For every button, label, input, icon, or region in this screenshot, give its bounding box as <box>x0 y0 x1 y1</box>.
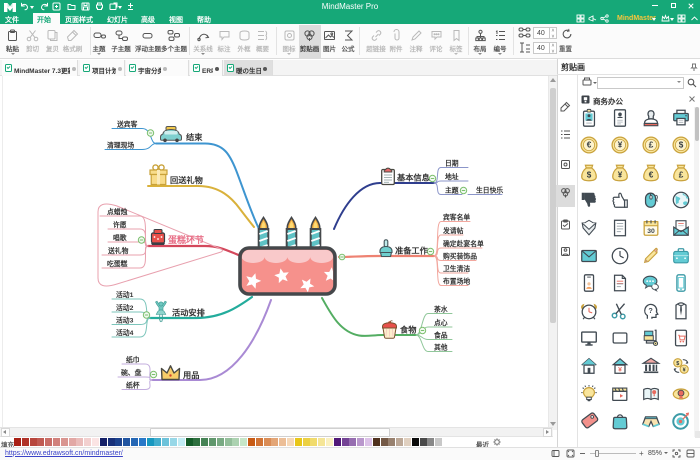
svg-text:茶水: 茶水 <box>433 305 448 314</box>
svg-text:许愿: 许愿 <box>113 220 127 229</box>
svg-text:回送礼物: 回送礼物 <box>170 175 203 185</box>
svg-text:地址: 地址 <box>445 172 459 181</box>
svg-text:宾客名单: 宾客名单 <box>443 213 470 222</box>
svg-text:主题: 主题 <box>445 186 459 195</box>
svg-text:¥: ¥ <box>618 170 623 179</box>
svg-text:卫生清洁: 卫生清洁 <box>443 264 470 273</box>
svg-text:纸巾: 纸巾 <box>126 355 140 364</box>
svg-text:食物: 食物 <box>400 325 416 335</box>
svg-text:确定赴宴名单: 确定赴宴名单 <box>443 239 484 248</box>
svg-text:点蜡烛: 点蜡烛 <box>107 207 128 216</box>
svg-text:?: ? <box>648 306 653 315</box>
svg-text:购买装饰品: 购买装饰品 <box>443 252 477 261</box>
svg-text:€: € <box>649 170 654 179</box>
svg-text:活动安排: 活动安排 <box>172 308 206 318</box>
svg-text:碗、盘: 碗、盘 <box>121 368 142 377</box>
svg-text:活动2: 活动2 <box>116 303 134 312</box>
svg-text:€: € <box>587 141 592 150</box>
svg-text:$: $ <box>676 361 679 367</box>
svg-text:活动1: 活动1 <box>116 290 134 299</box>
svg-text:£: £ <box>679 170 684 179</box>
svg-text:活动3: 活动3 <box>116 316 134 325</box>
svg-text:唱歌: 唱歌 <box>113 233 127 242</box>
svg-text:$: $ <box>679 141 684 150</box>
svg-text:清理现场: 清理现场 <box>107 141 134 150</box>
svg-text:吃蛋糕: 吃蛋糕 <box>107 259 128 268</box>
svg-text:结束: 结束 <box>186 132 203 142</box>
svg-text:$: $ <box>587 170 592 179</box>
svg-text:送宾客: 送宾客 <box>116 120 138 129</box>
svg-text:¥: ¥ <box>618 141 623 150</box>
svg-text:日期: 日期 <box>445 159 459 168</box>
svg-text:30: 30 <box>647 228 655 235</box>
svg-text:点心: 点心 <box>434 318 448 327</box>
svg-text:蛋糕环节: 蛋糕环节 <box>168 234 204 245</box>
svg-text:活动4: 活动4 <box>116 328 134 337</box>
svg-text:生日快乐: 生日快乐 <box>476 186 503 195</box>
svg-text:¥: ¥ <box>683 367 686 373</box>
svg-text:布置场地: 布置场地 <box>443 277 470 286</box>
svg-text:准备工作: 准备工作 <box>395 246 429 256</box>
svg-text:用品: 用品 <box>182 371 199 380</box>
svg-text:发请帖: 发请帖 <box>442 226 464 235</box>
svg-text:基本信息: 基本信息 <box>396 173 430 183</box>
svg-text:送礼物: 送礼物 <box>107 246 129 255</box>
svg-text:其他: 其他 <box>434 343 448 352</box>
svg-text:食品: 食品 <box>433 331 448 340</box>
svg-text:纸杯: 纸杯 <box>126 381 140 390</box>
svg-text:£: £ <box>649 141 654 150</box>
svg-text:¥: ¥ <box>618 366 622 373</box>
